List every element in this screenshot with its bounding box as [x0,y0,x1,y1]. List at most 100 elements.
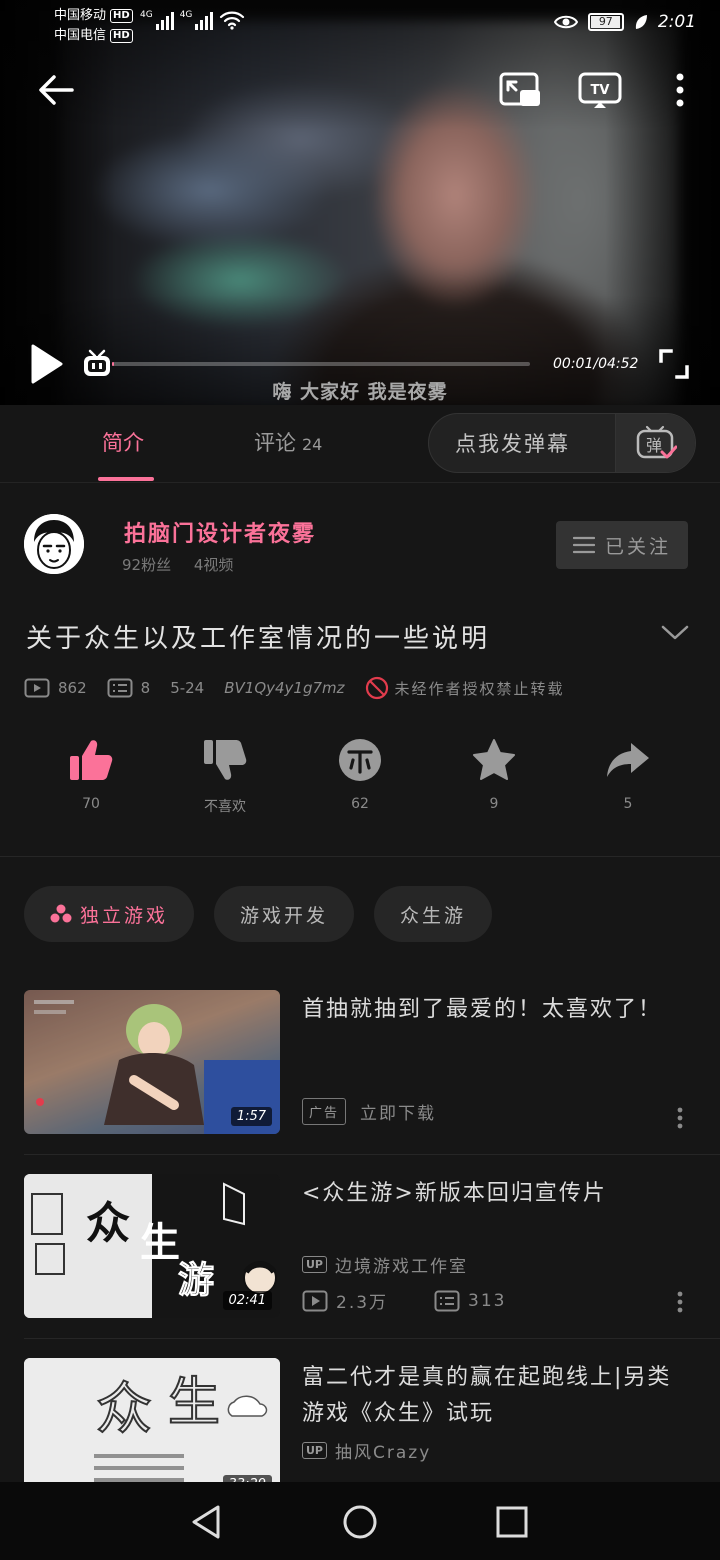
status-bar: 中国移动 HD 中国电信 HD 4G 4G 97 2:01 [0,0,720,50]
view-count: 862 [58,679,87,697]
video-thumbnail: 众 生 游 02:41 [24,1174,280,1318]
share-button[interactable]: 5 [578,732,678,812]
video-thumbnail: 1:57 [24,990,280,1134]
progress-fill [112,362,114,366]
duration: 1:57 [230,1107,272,1126]
tab-comments[interactable]: 评论 24 [254,427,322,457]
more-vertical-icon [677,1291,683,1313]
action-bar: 70 不喜欢 62 9 5 [0,732,720,832]
svg-text:弹: 弹 [645,436,661,455]
back-button[interactable] [30,64,82,116]
list-item[interactable]: 众 生 游 02:41 <众生游>新版本回归宣传片 UP 边境游戏工作室 2.3… [0,1174,720,1344]
play-count-icon [302,1290,328,1311]
rec-uploader: 边境游戏工作室 [335,1257,468,1277]
svg-text:生: 生 [140,1219,180,1266]
rec-uploader: 抽风Crazy [335,1443,432,1463]
nav-recents-button[interactable] [490,1500,534,1544]
video-title: 关于众生以及工作室情况的一些说明 [26,624,491,654]
danmaku-toggle-button[interactable]: 弹 [615,414,695,472]
square-recents-icon [496,1506,528,1538]
tab-bar: 简介 评论 24 点我发弹幕 弹 [0,405,720,483]
active-tab-indicator [98,477,154,481]
bvid: BV1Qy4y1g7mz [224,679,345,697]
circle-home-icon [343,1505,377,1539]
svg-text:生: 生 [168,1373,220,1433]
share-arrow-icon [607,743,649,777]
no-reprint-notice: 未经作者授权禁止转载 [394,679,565,698]
coin-button[interactable]: 62 [310,732,410,812]
dislike-button[interactable]: 不喜欢 [175,732,275,816]
signal-icon: 4G [140,10,174,30]
star-icon [473,739,515,780]
clock: 2:01 [657,12,696,32]
expand-description-button[interactable] [660,622,694,648]
up-badge: UP [302,1442,327,1459]
rec-title: <众生游>新版本回归宣传片 [302,1181,607,1206]
tab-intro[interactable]: 简介 [102,427,144,457]
list-item[interactable]: 1:57 首抽就抽到了最爱的！太喜欢了！ 广告 立即下载 [0,990,720,1160]
danmaku-count-icon [434,1290,460,1311]
uploader-stats: 92粉丝 4视频 [122,554,251,575]
danmaku-on-icon: 弹 [636,425,677,459]
danmaku-input[interactable]: 点我发弹幕 [429,414,615,472]
like-button[interactable]: 70 [41,732,141,812]
ad-badge: 广告 [302,1098,347,1125]
more-options-button[interactable] [670,1287,690,1317]
nav-back-button[interactable] [184,1500,228,1544]
picture-in-picture-button[interactable] [496,66,544,114]
favorite-button[interactable]: 9 [444,732,544,812]
hd-badge: HD [110,29,133,43]
up-badge: UP [302,1256,327,1273]
fullscreen-icon [659,349,689,379]
rec-danmaku: 313 [468,1290,507,1311]
followed-button[interactable]: 已关注 [556,521,688,569]
no-reprint-icon [365,676,388,700]
tv-cast-icon: TV [578,72,622,108]
triangle-back-icon [192,1505,220,1539]
more-options-button[interactable] [660,66,700,114]
fans-count: 92粉丝 [122,556,172,574]
video-player[interactable]: TV 00:01/04:52 嗨 大家好 我是夜雾 [0,0,720,405]
coin-icon [339,739,381,781]
avatar[interactable] [24,514,84,574]
video-subtitle: 嗨 大家好 我是夜雾 [272,381,448,403]
channel-icon [50,904,72,923]
videos-count: 4视频 [193,556,234,574]
menu-icon [572,536,595,554]
pip-icon [499,72,540,106]
rec-views: 2.3万 [336,1293,389,1313]
carrier-2-label: 中国电信 [54,28,107,43]
danmaku-bar: 点我发弹幕 弹 [428,413,696,473]
signal-icon: 4G [180,10,214,30]
tag-indie-game[interactable]: 独立游戏 [24,886,195,942]
nav-home-button[interactable] [338,1500,382,1544]
uploader-section: 拍脑门设计者夜雾 92粉丝 4视频 已关注 [0,484,720,594]
svg-text:众: 众 [86,1198,130,1249]
cast-to-tv-button[interactable]: TV [574,66,626,114]
svg-text:众: 众 [96,1377,152,1442]
svg-text:游: 游 [178,1259,214,1301]
progress-thumb-mascot[interactable] [80,346,114,380]
eye-comfort-icon [553,15,578,29]
tag-zhongshengyou[interactable]: 众生游 [374,886,493,942]
hd-badge: HD [110,9,133,23]
uploader-name[interactable]: 拍脑门设计者夜雾 [124,516,316,548]
thumbs-up-icon [70,740,113,780]
tag-list: 独立游戏 游戏开发 众生游 [24,886,493,942]
wifi-icon [220,11,245,30]
rec-title: 首抽就抽到了最爱的！太喜欢了！ [302,997,663,1022]
thumbs-down-icon [204,740,247,780]
more-vertical-icon [676,73,684,107]
progress-bar[interactable] [112,362,530,366]
play-count-icon [24,678,50,698]
danmaku-count-icon [107,678,133,698]
bilibili-tv-icon [84,349,110,376]
download-link[interactable]: 立即下载 [360,1099,436,1124]
svg-text:TV: TV [591,83,610,98]
battery-icon: 97 [587,13,624,31]
tag-game-dev[interactable]: 游戏开发 [214,886,355,942]
carrier-1-label: 中国移动 [54,8,107,23]
comments-count: 24 [302,435,323,454]
system-nav-bar [0,1482,720,1560]
more-options-button[interactable] [670,1103,690,1133]
